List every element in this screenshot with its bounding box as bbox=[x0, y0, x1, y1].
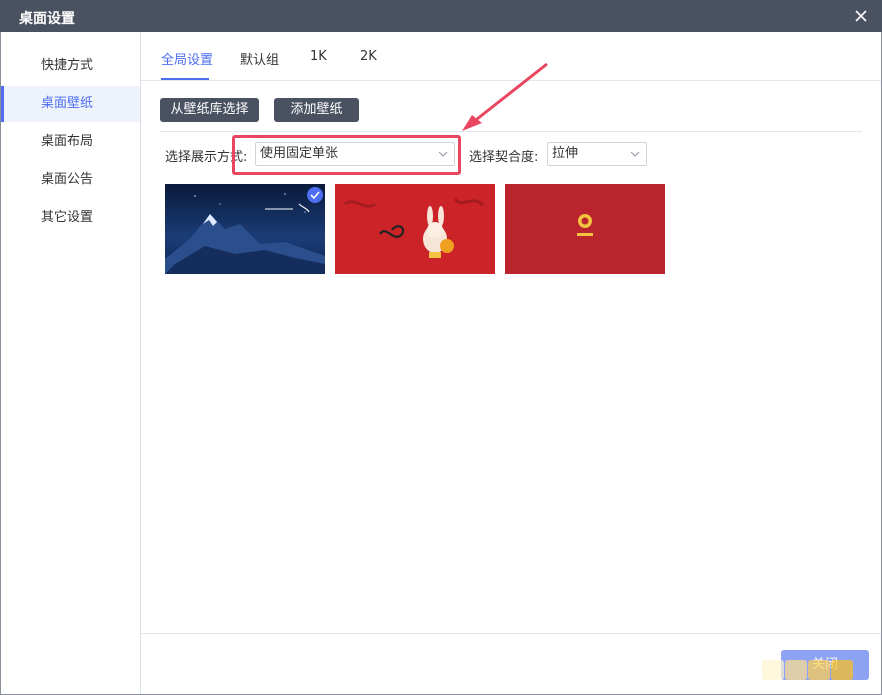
sidebar: 快捷方式 桌面壁纸 桌面布局 桌面公告 其它设置 bbox=[1, 32, 141, 694]
sidebar-item-other-settings[interactable]: 其它设置 bbox=[1, 200, 140, 236]
display-mode-value: 使用固定单张 bbox=[260, 146, 339, 161]
close-icon[interactable] bbox=[850, 5, 872, 27]
wallpaper-thumbnail-red-logo[interactable] bbox=[505, 184, 665, 274]
mountain-wallpaper-image bbox=[165, 184, 325, 274]
selected-check-icon bbox=[307, 187, 323, 203]
sidebar-item-label: 桌面壁纸 bbox=[41, 96, 94, 111]
fit-mode-value: 拉伸 bbox=[552, 146, 579, 161]
tab-1k[interactable]: 1K bbox=[310, 49, 327, 64]
choose-from-library-button[interactable]: 从壁纸库选择 bbox=[160, 98, 259, 122]
sidebar-item-label: 快捷方式 bbox=[41, 58, 94, 73]
tab-default-group[interactable]: 默认组 bbox=[240, 49, 279, 68]
tab-2k[interactable]: 2K bbox=[360, 49, 377, 64]
sidebar-item-label: 桌面公告 bbox=[41, 172, 94, 187]
footer-divider bbox=[141, 633, 881, 634]
window-titlebar: 桌面设置 bbox=[0, 0, 882, 32]
wallpaper-thumbnail-mountain[interactable] bbox=[165, 184, 325, 274]
sidebar-item-wallpaper[interactable]: 桌面壁纸 bbox=[1, 86, 140, 122]
fit-mode-label: 选择契合度: bbox=[469, 150, 539, 165]
tab-global-settings[interactable]: 全局设置 bbox=[161, 49, 213, 68]
sidebar-item-shortcuts[interactable]: 快捷方式 bbox=[1, 48, 140, 84]
chevron-down-icon bbox=[438, 151, 448, 157]
display-mode-select[interactable]: 使用固定单张 bbox=[255, 142, 455, 166]
annotation-arrow-icon bbox=[462, 62, 548, 131]
add-wallpaper-button[interactable]: 添加壁纸 bbox=[274, 98, 359, 122]
watermark-logo bbox=[762, 657, 854, 683]
sidebar-item-label: 其它设置 bbox=[41, 210, 94, 225]
chevron-down-icon bbox=[630, 151, 640, 157]
sidebar-item-announcement[interactable]: 桌面公告 bbox=[1, 162, 140, 198]
rabbit-wallpaper-image bbox=[335, 184, 495, 274]
active-tab-indicator bbox=[161, 78, 209, 80]
red-logo-wallpaper-image bbox=[505, 184, 665, 274]
fit-mode-select[interactable]: 拉伸 bbox=[547, 142, 647, 166]
watermark-logo-image bbox=[762, 660, 853, 680]
display-mode-label: 选择展示方式: bbox=[165, 150, 248, 165]
sidebar-item-label: 桌面布局 bbox=[41, 134, 94, 149]
window-title: 桌面设置 bbox=[19, 11, 75, 27]
sidebar-item-layout[interactable]: 桌面布局 bbox=[1, 124, 140, 160]
wallpaper-thumbnail-rabbit[interactable] bbox=[335, 184, 495, 274]
